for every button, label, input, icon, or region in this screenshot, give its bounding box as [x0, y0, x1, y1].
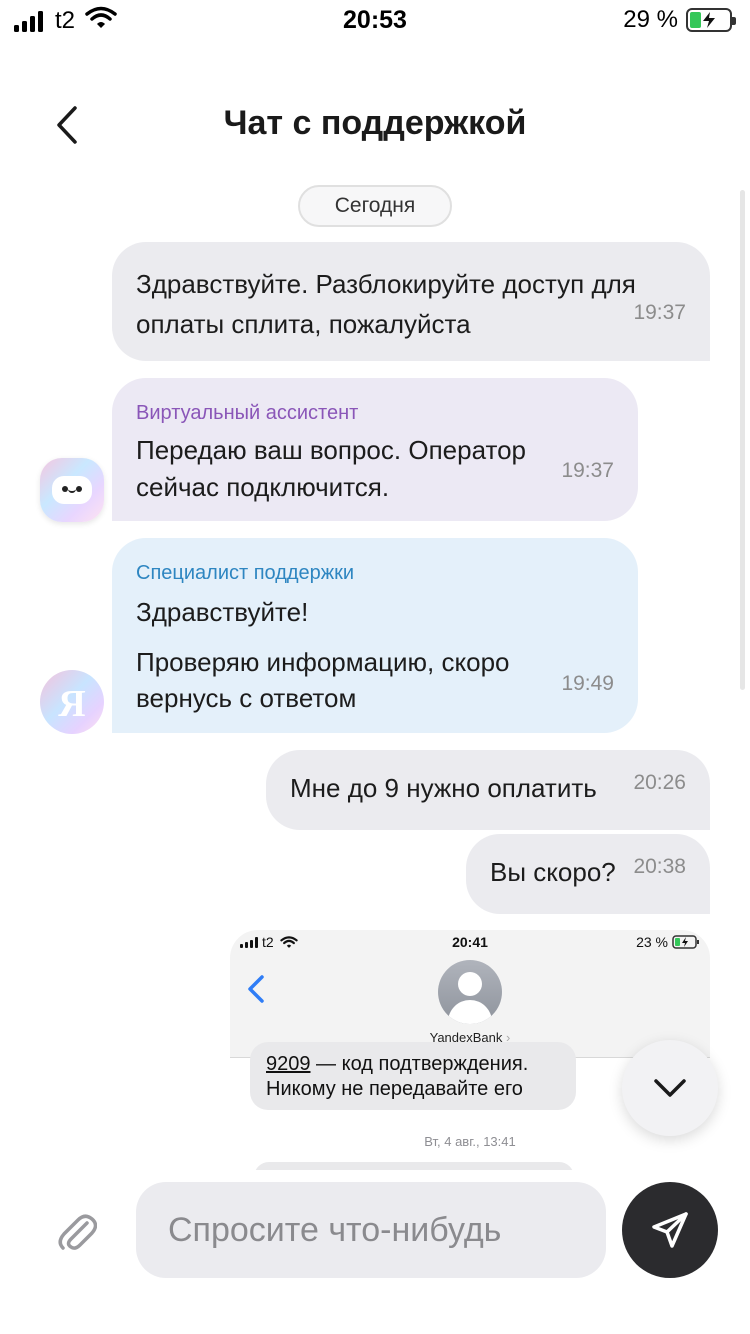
message-input[interactable] [136, 1182, 606, 1278]
assistant-avatar [40, 458, 104, 522]
sms-text: — код подтверждения. [310, 1053, 529, 1075]
send-button[interactable] [622, 1182, 718, 1278]
support-avatar: Я [40, 670, 104, 734]
support-message[interactable]: Специалист поддержки Здравствуйте! Прове… [112, 538, 638, 733]
chat-header: Чат с поддержкой [0, 90, 750, 160]
status-right: 29 % [623, 6, 736, 34]
message-composer [0, 1170, 750, 1334]
sms-next-bubble [254, 1162, 574, 1170]
message-time: 19:37 [561, 459, 614, 482]
sms-message: 9209 — код подтверждения. Никому не пере… [250, 1042, 576, 1110]
message-time: 20:26 [633, 771, 686, 794]
message-time: 19:49 [561, 672, 614, 695]
send-icon [652, 1212, 688, 1248]
message-text: Здравствуйте! [136, 597, 309, 627]
scroll-down-button[interactable] [622, 1040, 718, 1136]
message-text: Передаю ваш вопрос. Оператор сейчас подк… [136, 435, 526, 502]
sms-code: 9209 [266, 1053, 311, 1075]
back-icon [248, 975, 264, 1003]
paperclip-icon [58, 1214, 97, 1250]
sms-date: Вт, 4 авг., 13:41 [424, 1134, 516, 1149]
message-time: 19:37 [633, 301, 686, 324]
outgoing-message[interactable]: Мне до 9 нужно оплатить 20:26 [266, 750, 710, 830]
date-separator: Сегодня [298, 185, 452, 227]
sms-text-line2: Никому не передавайте его [266, 1078, 523, 1100]
status-bar: t2 20:53 29 % [0, 0, 750, 40]
message-text: Вы скоро? [490, 857, 616, 887]
battery-icon [672, 935, 699, 949]
message-text: Мне до 9 нужно оплатить [290, 773, 597, 803]
sender-name: Виртуальный ассистент [136, 402, 359, 424]
message-time: 20:38 [633, 855, 686, 878]
battery-percent: 29 % [623, 6, 678, 33]
yandex-logo-icon: Я [58, 683, 86, 725]
image-attachment[interactable]: t2 20:41 23 % YandexBank › 9209 — код по… [230, 930, 710, 1170]
attach-button[interactable] [52, 1204, 102, 1258]
page-title: Чат с поддержкой [223, 104, 527, 142]
attachment-battery: 23 % [636, 934, 668, 950]
contact-avatar-icon [438, 960, 502, 1024]
scrollbar[interactable] [740, 190, 745, 690]
outgoing-message[interactable]: Вы скоро? 20:38 [466, 834, 710, 914]
outgoing-message[interactable]: Здравствуйте. Разблокируйте доступ для о… [112, 242, 710, 361]
assistant-message[interactable]: Виртуальный ассистент Передаю ваш вопрос… [112, 378, 638, 521]
attachment-status-bar: t2 20:41 23 % [230, 930, 710, 956]
message-text: Здравствуйте. Разблокируйте доступ для о… [136, 269, 636, 339]
battery-icon [686, 8, 736, 32]
sender-name: Специалист поддержки [136, 562, 355, 584]
message-text: Проверяю информацию, скоро вернусь с отв… [136, 647, 510, 713]
chevron-down-icon [654, 1079, 686, 1097]
